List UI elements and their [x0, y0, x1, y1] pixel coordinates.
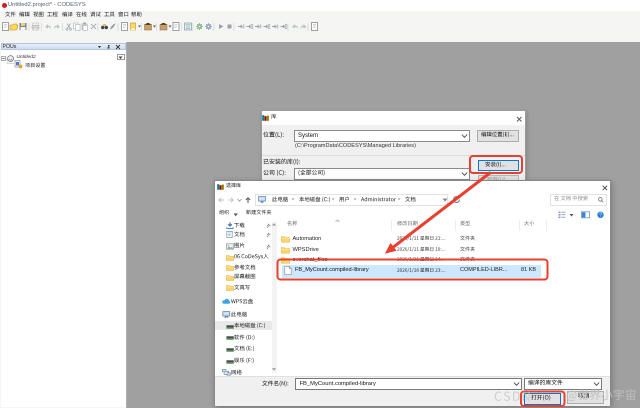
svg-text:?: ?: [599, 213, 602, 219]
